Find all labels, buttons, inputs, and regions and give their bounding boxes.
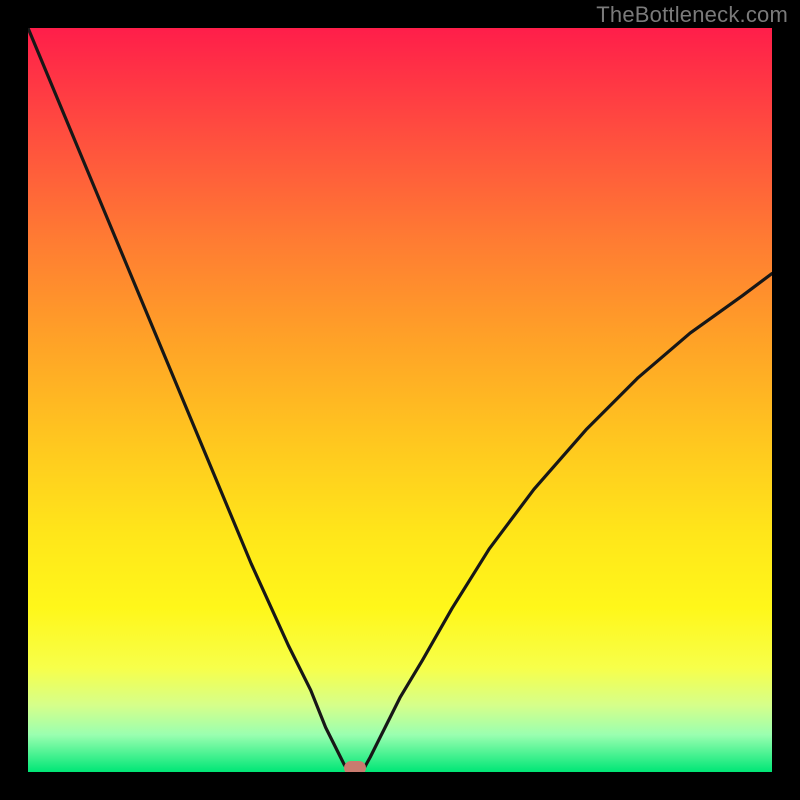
curve-right-branch: [363, 274, 772, 771]
watermark-text: TheBottleneck.com: [596, 2, 788, 28]
sweet-spot-marker: [344, 761, 366, 772]
curve-layer: [28, 28, 772, 772]
chart-frame: TheBottleneck.com: [0, 0, 800, 800]
plot-area: [28, 28, 772, 772]
curve-left-branch: [28, 28, 348, 771]
